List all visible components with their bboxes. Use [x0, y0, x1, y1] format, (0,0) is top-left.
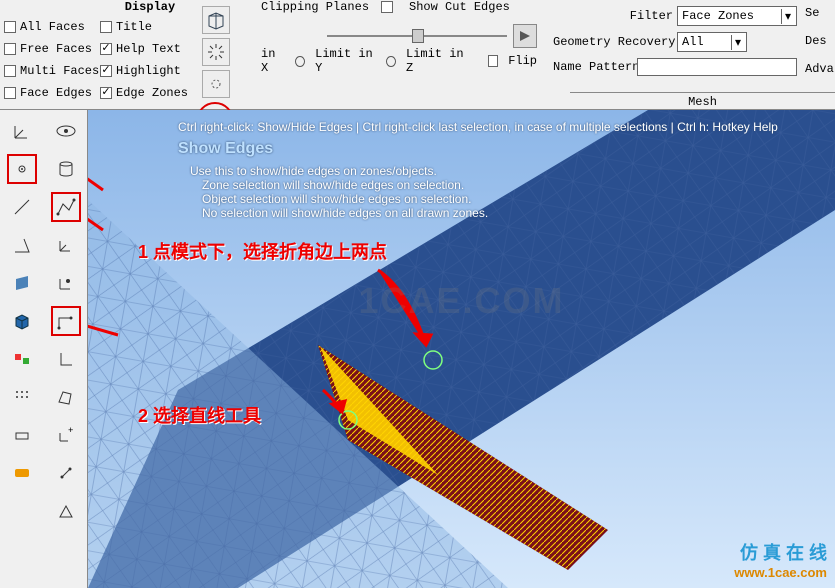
play-button[interactable]: [513, 24, 537, 48]
gear-icon[interactable]: [202, 70, 230, 98]
help-title: Show Edges: [178, 140, 778, 158]
lbl-edge-zones: Edge Zones: [116, 86, 188, 100]
watermark-line2: www.1cae.com: [734, 565, 827, 580]
display-title: Display: [4, 0, 196, 14]
chk-multi-faces[interactable]: [4, 65, 16, 77]
burst-icon[interactable]: [202, 38, 230, 66]
display-row-4: Face Edges Edge Zones: [4, 84, 196, 102]
help-overlay: Ctrl right-click: Show/Hide Edges | Ctrl…: [178, 120, 778, 220]
chk-flip[interactable]: [488, 55, 499, 67]
mesh-section-label: Mesh: [570, 92, 835, 109]
help-l3: Object selection will show/hide edges on…: [178, 192, 778, 206]
nodes-icon[interactable]: [51, 458, 81, 488]
triangle-edge-icon[interactable]: [7, 230, 37, 260]
lbl-name-pattern: Name Pattern: [553, 60, 633, 74]
geom-combo[interactable]: All ▾: [677, 32, 747, 52]
clip-slider[interactable]: [327, 35, 507, 37]
play-icon: [520, 31, 530, 41]
toolbar-right: +: [44, 110, 88, 588]
svg-text:+: +: [68, 426, 73, 436]
btn-adv[interactable]: Advar: [805, 62, 835, 76]
plus-axis-icon[interactable]: +: [51, 420, 81, 450]
chk-all-faces[interactable]: [4, 21, 16, 33]
lbl-free-faces: Free Faces: [20, 42, 92, 56]
filter-combo[interactable]: Face Zones ▾: [677, 6, 797, 26]
btn-des[interactable]: Des: [805, 34, 827, 48]
lbl-face-edges: Face Edges: [20, 86, 92, 100]
watermark-corner: 仿 真 在 线 www.1cae.com: [734, 539, 827, 580]
axis-icon[interactable]: [7, 116, 37, 146]
top-panel: Display All Faces Title Free Faces Help …: [0, 0, 835, 110]
chk-show-cut[interactable]: [381, 1, 393, 13]
lbl-flip: Flip: [508, 54, 537, 68]
axis-l-icon[interactable]: [51, 344, 81, 374]
annotation-2: 2 选择直线工具: [138, 402, 261, 428]
chk-help-text[interactable]: [100, 43, 112, 55]
chk-title[interactable]: [100, 21, 112, 33]
plane-icon[interactable]: [7, 268, 37, 298]
watermark-center: 1CAE.COM: [358, 280, 564, 322]
display-row-3: Multi Faces Highlight: [4, 62, 196, 80]
view-eye-icon[interactable]: [51, 116, 81, 146]
chevron-down-icon: ▾: [781, 9, 794, 24]
tri-icon[interactable]: [51, 496, 81, 526]
chk-edge-zones[interactable]: [100, 87, 112, 99]
dots-icon[interactable]: [7, 382, 37, 412]
watermark-line1: 仿 真 在 线: [734, 539, 827, 565]
cube-solid-icon[interactable]: [7, 306, 37, 336]
lbl-limit-z: Limit in Z: [406, 47, 467, 75]
lbl-help-text: Help Text: [116, 42, 181, 56]
chevron-down-icon: ▾: [731, 35, 744, 50]
dot-tool[interactable]: [7, 154, 37, 184]
display-row-2: Free Faces Help Text: [4, 40, 196, 58]
clip-slider-thumb[interactable]: [412, 29, 424, 43]
trace-tool[interactable]: [51, 192, 81, 222]
line-tool[interactable]: [7, 192, 37, 222]
lbl-all-faces: All Faces: [20, 20, 85, 34]
clipping-title: Clipping Planes: [261, 0, 369, 14]
chk-highlight[interactable]: [100, 65, 112, 77]
axis-small-icon[interactable]: [51, 230, 81, 260]
annotation-1: 1 点模式下，选择折角边上两点: [138, 238, 387, 264]
help-l4: No selection will show/hide edges on all…: [178, 206, 778, 220]
corner-line-tool[interactable]: [51, 306, 81, 336]
radio-y[interactable]: [386, 56, 396, 67]
filter-combo-value: Face Zones: [682, 9, 754, 23]
lbl-title: Title: [116, 20, 152, 34]
zone-icon[interactable]: [7, 344, 37, 374]
name-pattern-input[interactable]: [637, 58, 797, 76]
lbl-highlight: Highlight: [116, 64, 181, 78]
view-mode-buttons: [200, 0, 253, 109]
btn-se[interactable]: Se: [805, 6, 819, 20]
lbl-multi-faces: Multi Faces: [20, 64, 99, 78]
display-options: Display All Faces Title Free Faces Help …: [0, 0, 200, 109]
lbl-filter: Filter: [553, 9, 673, 23]
db-icon[interactable]: [51, 154, 81, 184]
clipping-panel: Clipping Planes Show Cut Edges in X Limi…: [253, 0, 545, 109]
lbl-show-cut: Show Cut Edges: [409, 0, 510, 14]
help-top: Ctrl right-click: Show/Hide Edges | Ctrl…: [178, 120, 778, 134]
viewport-3d[interactable]: Ctrl right-click: Show/Hide Edges | Ctrl…: [88, 110, 835, 588]
radio-x[interactable]: [295, 56, 305, 67]
help-l1: Use this to show/hide edges on zones/obj…: [178, 164, 778, 178]
lbl-limit-x: in X: [261, 47, 285, 75]
toolbar-left: [0, 110, 44, 588]
main-area: +: [0, 110, 835, 588]
patch-icon[interactable]: [7, 420, 37, 450]
help-l2: Zone selection will show/hide edges on s…: [178, 178, 778, 192]
lbl-limit-y: Limit in Y: [315, 47, 376, 75]
chk-face-edges[interactable]: [4, 87, 16, 99]
chk-free-faces[interactable]: [4, 43, 16, 55]
lbl-geom: Geometry Recovery: [553, 35, 673, 49]
region-icon[interactable]: [51, 382, 81, 412]
cube-icon[interactable]: [202, 6, 230, 34]
geom-combo-value: All: [682, 35, 704, 49]
badge-icon[interactable]: [7, 458, 37, 488]
display-row-1: All Faces Title: [4, 18, 196, 36]
axis-node-icon[interactable]: [51, 268, 81, 298]
